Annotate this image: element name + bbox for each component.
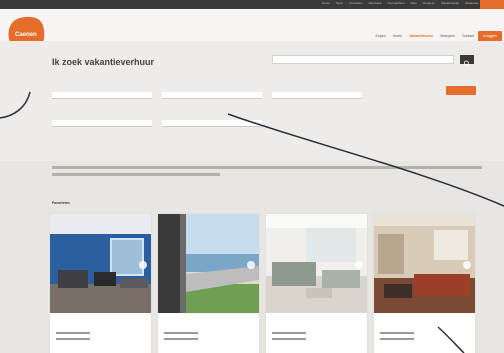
type-field[interactable] [52, 120, 152, 127]
results-heading: Favorieten [52, 201, 70, 205]
listing-meta [56, 338, 90, 340]
intro-line [52, 173, 220, 176]
rooms-field[interactable] [162, 120, 262, 127]
listing-card[interactable] [374, 214, 475, 353]
top-link[interactable]: Home [322, 1, 330, 5]
top-search-input[interactable] [272, 55, 454, 64]
top-link[interactable]: Maatschappij [441, 1, 459, 5]
top-link[interactable]: Veelgest. [423, 1, 435, 5]
listing-meta [164, 338, 198, 340]
listing-card[interactable] [50, 214, 151, 353]
nav-item[interactable]: Verkopen [440, 34, 455, 38]
listing-meta [380, 338, 414, 340]
chevron-right-icon[interactable] [463, 261, 471, 269]
listing-card[interactable] [158, 214, 259, 353]
intro-text [52, 166, 492, 186]
top-link[interactable]: Vacatures [465, 1, 478, 5]
site-header: Caenen Kopen Huren Vakantiehuren Verkopen Co… [0, 9, 504, 52]
nav-item[interactable]: Huren [393, 34, 403, 38]
listing-meta [164, 332, 198, 334]
search-submit-button[interactable] [446, 86, 476, 95]
brand-logo-text: Caenen [15, 32, 37, 38]
top-link[interactable]: Reis [411, 1, 417, 5]
listing-photo [158, 214, 259, 313]
search-icon [463, 60, 470, 67]
listing-photo [266, 214, 367, 313]
page-title: Ik zoek vakantieverhuur [52, 57, 155, 67]
arrival-field[interactable] [162, 92, 262, 99]
top-cta-button[interactable] [480, 0, 504, 9]
top-utility-bar: Home Sport Voordelen Recreatie Overnachten Re… [0, 0, 504, 9]
listing-meta [56, 332, 90, 334]
top-link[interactable]: Voordelen [349, 1, 363, 5]
listing-photo [374, 214, 475, 313]
nav-item[interactable]: Contact [462, 34, 474, 38]
chevron-right-icon[interactable] [247, 261, 255, 269]
top-link[interactable]: Sport [336, 1, 343, 5]
top-link[interactable]: Overnachten [387, 1, 404, 5]
listing-card[interactable] [266, 214, 367, 353]
chevron-right-icon[interactable] [139, 261, 147, 269]
page: Home Sport Voordelen Recreatie Overnachten Re… [0, 0, 504, 353]
top-links: Home Sport Voordelen Recreatie Overnachten Re… [322, 1, 478, 5]
nav-item[interactable]: Kopen [376, 34, 386, 38]
location-field[interactable] [52, 92, 152, 99]
search-section: Ik zoek vakantieverhuur [0, 41, 504, 161]
intro-line [52, 166, 482, 169]
listing-meta [272, 332, 306, 334]
search-form [52, 86, 492, 146]
chevron-right-icon[interactable] [355, 261, 363, 269]
main-nav: Kopen Huren Vakantiehuren Verkopen Contact [376, 34, 474, 38]
persons-field[interactable] [272, 92, 362, 99]
results-cards [50, 214, 490, 353]
listing-meta [380, 332, 414, 334]
top-search-button[interactable] [460, 55, 474, 67]
top-link[interactable]: Recreatie [369, 1, 382, 5]
nav-item[interactable]: Vakantiehuren [409, 34, 433, 38]
listing-meta [272, 338, 306, 340]
listing-photo [50, 214, 151, 313]
